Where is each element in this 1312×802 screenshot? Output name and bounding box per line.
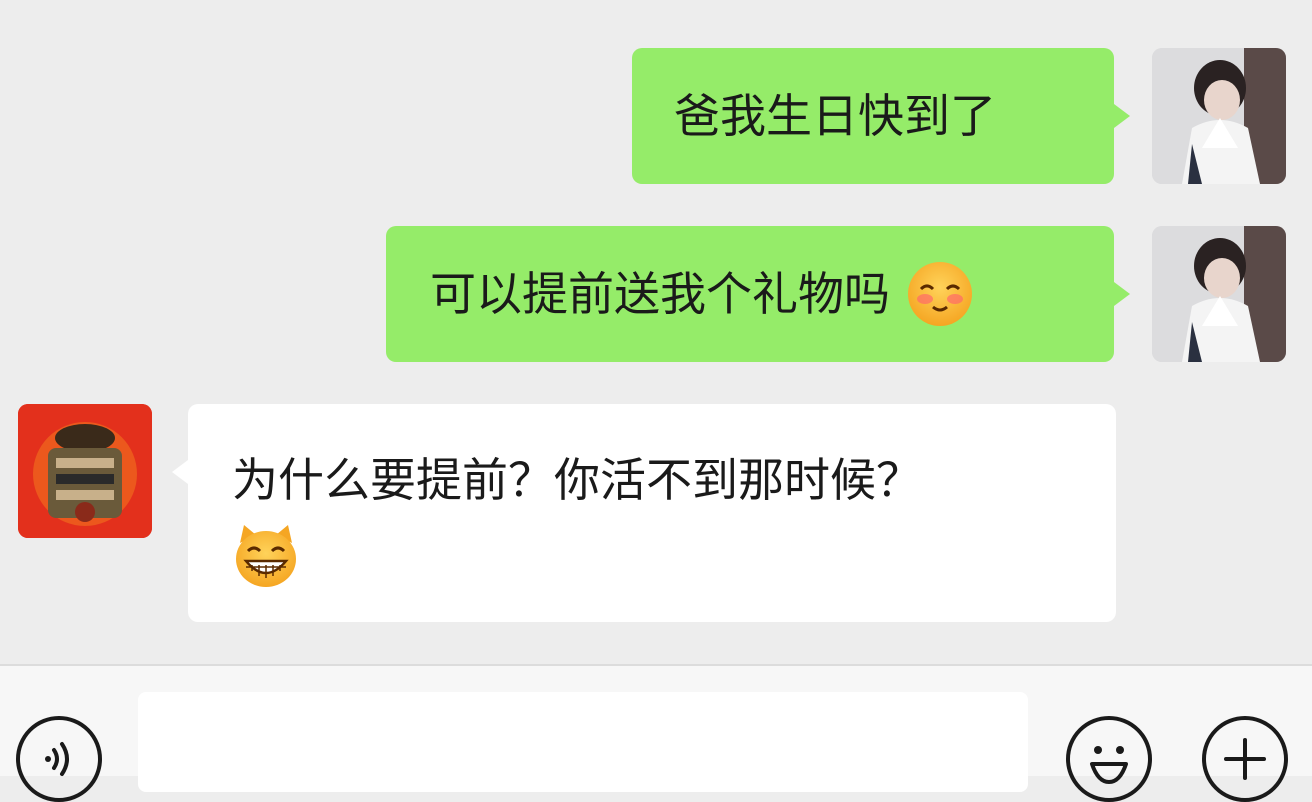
chat-area: 爸我生日快到了 可以提前送我个礼物吗 为什么要提前？你活不到那时候？: [0, 0, 1312, 664]
person-photo-icon: [1152, 226, 1286, 362]
emoji-button[interactable]: [1066, 716, 1152, 802]
grinning-cat-face-icon: [232, 521, 300, 589]
bubble-tail: [1114, 282, 1130, 306]
my-avatar[interactable]: [1152, 48, 1286, 184]
message-input[interactable]: [138, 692, 1028, 792]
sent-message-bubble[interactable]: 可以提前送我个礼物吗: [386, 226, 1114, 362]
my-avatar[interactable]: [1152, 226, 1286, 362]
more-options-button[interactable]: [1202, 716, 1288, 802]
voice-icon: [45, 742, 69, 776]
contact-avatar[interactable]: [18, 404, 152, 538]
emoji-icon: [1090, 746, 1128, 784]
message-text: 爸我生日快到了: [674, 89, 996, 143]
bubble-tail: [172, 460, 188, 484]
plus-icon: [1224, 738, 1266, 780]
received-message-bubble[interactable]: 为什么要提前？你活不到那时候？: [188, 404, 1116, 622]
sent-message-bubble[interactable]: 爸我生日快到了: [632, 48, 1114, 184]
input-toolbar: [0, 664, 1312, 802]
bubble-tail: [1114, 104, 1130, 128]
message-text: 为什么要提前？你活不到那时候？: [232, 453, 922, 507]
message-text: 可以提前送我个礼物吗: [430, 267, 890, 321]
blushing-face-icon: [907, 261, 973, 327]
character-picture-icon: [18, 404, 152, 538]
person-photo-icon: [1152, 48, 1286, 184]
voice-button[interactable]: [16, 716, 102, 802]
